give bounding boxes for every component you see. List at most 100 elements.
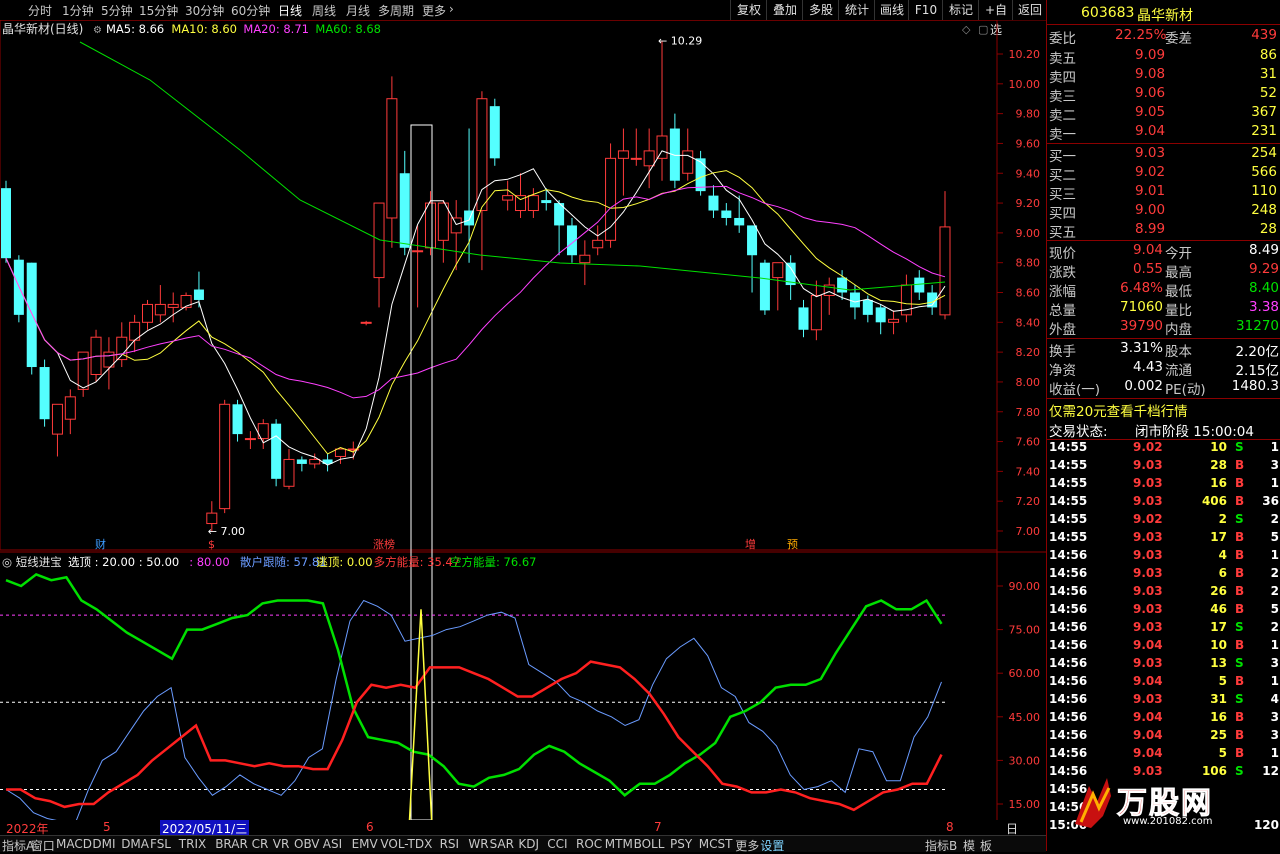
diamond-icon[interactable]: ◇ [962, 23, 971, 36]
short-energy-line [5, 572, 943, 797]
stat-row: 涨跌 0.55 最高 9.29 [1047, 261, 1280, 281]
bid-row[interactable]: 买五 8.99 28 [1047, 221, 1280, 241]
quote-panel: 603683 晶华新材 委比 22.25% 委差 439 卖五 9.09 86 卖四 9… [1046, 0, 1280, 851]
tick-volume: 13 [1210, 656, 1227, 670]
event-mark[interactable]: 涨榜 [373, 537, 395, 551]
period-tab[interactable]: 60分钟 [231, 2, 270, 19]
event-mark[interactable]: 预 [787, 538, 798, 551]
indicator-tick-label: 60.00 [1009, 667, 1041, 680]
period-tab[interactable]: 多周期 [378, 2, 414, 19]
indicator-tab[interactable]: MCST [699, 837, 733, 851]
stat-value: 0.002 [1124, 378, 1163, 394]
event-mark[interactable]: 增 [745, 537, 756, 551]
indicator-tab[interactable]: ASI [323, 837, 342, 851]
toolbar-button[interactable]: F10 [908, 0, 943, 20]
toolbar-button[interactable]: 多股 [802, 0, 839, 20]
stat-label: 流通 [1165, 363, 1192, 379]
promo-link[interactable]: 仅需20元查看千档行情 [1049, 400, 1188, 420]
indicator-tab[interactable]: WR [468, 837, 488, 851]
toolbar-button[interactable]: 统计 [838, 0, 875, 20]
period-tab[interactable]: 周线 [312, 2, 336, 19]
tick-time: 14:56 [1049, 584, 1088, 598]
collapse-icon[interactable]: ▢ [978, 23, 988, 36]
book-volume: 367 [1251, 104, 1277, 120]
promo-row[interactable]: 仅需20元查看千档行情 [1047, 398, 1280, 420]
tick-count: 2 [1270, 566, 1279, 580]
period-tab[interactable]: 5分钟 [101, 2, 133, 19]
toolbar-button[interactable]: 叠加 [766, 0, 803, 20]
indicator-tab[interactable]: 指标A [2, 837, 34, 854]
ask-row[interactable]: 卖三 9.06 52 [1047, 85, 1280, 105]
period-tab[interactable]: 30分钟 [185, 2, 224, 19]
book-price: 9.05 [1135, 104, 1166, 120]
toolbar-button[interactable]: 复权 [730, 0, 767, 20]
stat-label: 总量 [1049, 303, 1076, 319]
indicator-tab[interactable]: PSY [670, 837, 692, 851]
settings-gear-icon[interactable]: ⚙ [93, 25, 102, 36]
indicator-tab[interactable]: 更多 [735, 837, 759, 854]
ask-row[interactable]: 卖五 9.09 86 [1047, 47, 1280, 67]
indicator-tab[interactable]: DMI [92, 837, 115, 851]
indicator-tab[interactable]: OBV [294, 837, 320, 851]
book-price: 9.02 [1135, 164, 1166, 180]
indicator-tab[interactable]: TRIX [179, 837, 206, 851]
indicator-tab[interactable]: SAR [490, 837, 514, 851]
candlestick [64, 389, 76, 435]
toolbar-button[interactable]: 返回 [1012, 0, 1047, 20]
tick-volume: 17 [1210, 530, 1227, 544]
indicator-tab[interactable]: BRAR [215, 837, 248, 851]
book-label: 卖四 [1049, 70, 1076, 86]
indicator-tab[interactable]: 指标B [925, 837, 957, 854]
indicator-tab[interactable]: 板 [980, 837, 992, 854]
book-price: 9.03 [1135, 145, 1166, 161]
ma-label: MA10: 8.60 [171, 22, 237, 36]
event-mark[interactable]: $ [208, 538, 215, 551]
indicator-tab[interactable]: 模 [963, 837, 975, 854]
tick-row: 14:55 9.03 406 B 36 [1047, 494, 1280, 512]
indicator-tab[interactable]: MTM [605, 837, 633, 851]
indicator-tab[interactable]: MACD [56, 837, 92, 851]
stat-label: 收益(一) [1049, 382, 1101, 398]
bid-row[interactable]: 买四 9.00 248 [1047, 202, 1280, 222]
period-tab[interactable]: 15分钟 [139, 2, 178, 19]
bid-row[interactable]: 买三 9.01 110 [1047, 183, 1280, 203]
indicator-tab[interactable]: RSI [440, 837, 460, 851]
period-tab[interactable]: 更多 [422, 2, 446, 19]
bid-row[interactable]: 买二 9.02 566 [1047, 164, 1280, 184]
bid-row[interactable]: 买一 9.03 254 [1047, 145, 1280, 165]
indicator-tab[interactable]: ROC [576, 837, 602, 851]
indicator-tab[interactable]: EMV [352, 837, 378, 851]
indicator-tab[interactable]: 设置 [760, 837, 784, 854]
period-tab[interactable]: 日线 [278, 2, 302, 19]
toolbar-button[interactable]: +自选 [978, 0, 1013, 37]
stat-label: 涨幅 [1049, 284, 1076, 300]
indicator-tab[interactable]: CR [252, 837, 269, 851]
indicator-tab[interactable]: BOLL [634, 837, 665, 851]
tick-row: 14:55 9.03 28 B 3 [1047, 458, 1280, 476]
period-tab[interactable]: 1分钟 [62, 2, 94, 19]
candlestick [116, 322, 128, 368]
ask-row[interactable]: 卖四 9.08 31 [1047, 66, 1280, 86]
period-tab[interactable]: 分时 [28, 2, 52, 19]
indicator-tab[interactable]: KDJ [518, 837, 539, 851]
date-label: 5 [103, 820, 111, 834]
indicator-tab[interactable]: VR [273, 837, 290, 851]
toolbar-button[interactable]: 标记 [942, 0, 979, 20]
tick-side: B [1235, 602, 1245, 616]
ask-row[interactable]: 卖一 9.04 231 [1047, 123, 1280, 143]
period-tab[interactable]: 月线 [346, 2, 370, 19]
more-arrow-icon[interactable]: › [449, 2, 454, 16]
indicator-tab[interactable]: FSL [150, 837, 171, 851]
stat-label: 最高 [1165, 265, 1192, 281]
period-toolbar: 分时 1分钟 5分钟 15分钟 30分钟 60分钟 日线 周线 月线 多周期 更多 › 复权 叠加 多股 统计… [0, 0, 1047, 37]
indicator-tab[interactable]: CCI [547, 837, 567, 851]
indicator-tab[interactable]: DMA [121, 837, 149, 851]
indicator-tab[interactable]: 窗口 [31, 837, 55, 854]
book-volume: 231 [1251, 123, 1277, 139]
ask-row[interactable]: 卖二 9.05 367 [1047, 104, 1280, 124]
tick-row: 14:55 9.03 16 B 1 [1047, 476, 1280, 494]
toolbar-button[interactable]: 画线 [874, 0, 909, 20]
event-mark[interactable]: 财 [95, 537, 106, 551]
indicator-tab[interactable]: VOL-TDX [380, 837, 432, 851]
tick-price: 9.03 [1133, 692, 1163, 706]
